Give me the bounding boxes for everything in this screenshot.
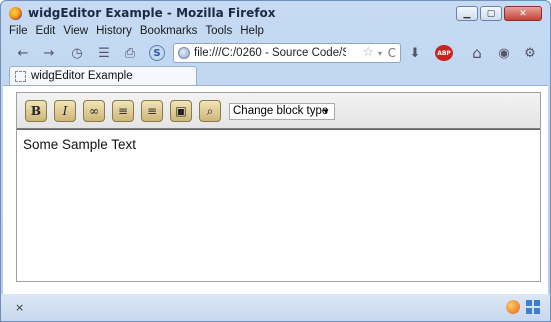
tab-strip: widgEditor Example <box>1 65 550 86</box>
bold-button[interactable]: B <box>25 100 47 122</box>
menu-bookmarks[interactable]: Bookmarks <box>136 23 202 41</box>
menu-tools[interactable]: Tools <box>201 23 236 41</box>
home-icon[interactable]: ⌂ <box>469 44 485 62</box>
window-title: widgEditor Example - Mozilla Firefox <box>28 6 276 20</box>
print-icon[interactable]: ⎙ <box>122 45 138 61</box>
url-text[interactable]: file:///C:/0260 - Source Code/Seven ... <box>194 47 346 59</box>
site-identity-icon[interactable] <box>178 47 190 59</box>
forward-icon[interactable]: → <box>41 45 57 61</box>
bookmark-star-icon[interactable]: ☆ <box>362 45 374 60</box>
firebug-icon[interactable] <box>506 300 520 314</box>
italic-button[interactable]: I <box>54 100 76 122</box>
back-icon[interactable]: ← <box>15 45 31 61</box>
view-source-button[interactable]: ⌕ <box>199 100 221 122</box>
numbered-list-button[interactable]: ≡ <box>141 100 163 122</box>
window-controls: ▁ ▢ ✕ <box>456 6 542 21</box>
minimize-button[interactable]: ▁ <box>456 6 478 21</box>
link-button[interactable]: ∞ <box>83 100 105 122</box>
menu-view[interactable]: View <box>59 23 92 41</box>
download-icon[interactable]: ⬇ <box>407 45 423 61</box>
chevron-down-icon: ▼ <box>322 107 330 116</box>
close-button[interactable]: ✕ <box>504 6 542 21</box>
block-type-select[interactable]: Change block type ▼ <box>229 103 335 120</box>
maximize-button[interactable]: ▢ <box>480 6 502 21</box>
menu-help[interactable]: Help <box>236 23 268 41</box>
tab-label: widgEditor Example <box>31 70 133 82</box>
navigation-toolbar: ← → ◷ ☰ ⎙ S file:///C:/0260 - Source Cod… <box>1 41 550 65</box>
close-addon-bar-icon[interactable]: × <box>15 301 24 314</box>
editor-content-area[interactable]: Some Sample Text <box>17 129 540 281</box>
blank-page-icon <box>15 71 26 82</box>
wysiwyg-editor: B I ∞ ≡ ≡ ▣ ⌕ Change block type ▼ Some S… <box>16 92 541 282</box>
url-dropdown-icon[interactable]: ▾ <box>378 49 382 58</box>
page-content: B I ∞ ≡ ≡ ▣ ⌕ Change block type ▼ Some S… <box>3 85 548 294</box>
skype-icon[interactable]: S <box>149 45 165 61</box>
insert-image-button[interactable]: ▣ <box>170 100 192 122</box>
bullet-list-button[interactable]: ≡ <box>112 100 134 122</box>
title-bar[interactable]: widgEditor Example - Mozilla Firefox ▁ ▢… <box>1 1 550 23</box>
editor-toolbar: B I ∞ ≡ ≡ ▣ ⌕ Change block type ▼ <box>17 93 540 129</box>
address-bar[interactable]: file:///C:/0260 - Source Code/Seven ... … <box>173 43 401 63</box>
reload-icon[interactable]: C <box>388 46 396 60</box>
history-icon[interactable]: ◷ <box>69 45 85 61</box>
addon-icon[interactable]: ⚙ <box>522 45 538 61</box>
eye-icon[interactable]: ◉ <box>496 45 512 61</box>
browser-window: widgEditor Example - Mozilla Firefox ▁ ▢… <box>0 0 551 322</box>
rss-icon[interactable]: ☰ <box>96 45 112 61</box>
firefox-logo-icon <box>9 7 22 20</box>
addon-grid-icon[interactable] <box>526 300 540 314</box>
adblock-icon[interactable]: ABP <box>435 45 453 61</box>
menu-edit[interactable]: Edit <box>32 23 60 41</box>
menu-history[interactable]: History <box>92 23 136 41</box>
menu-bar: File Edit View History Bookmarks Tools H… <box>5 23 268 41</box>
menu-file[interactable]: File <box>5 23 32 41</box>
block-type-value: Change block type <box>233 105 329 117</box>
status-bar: × <box>1 294 550 321</box>
tab-widgeditor[interactable]: widgEditor Example <box>9 66 197 86</box>
